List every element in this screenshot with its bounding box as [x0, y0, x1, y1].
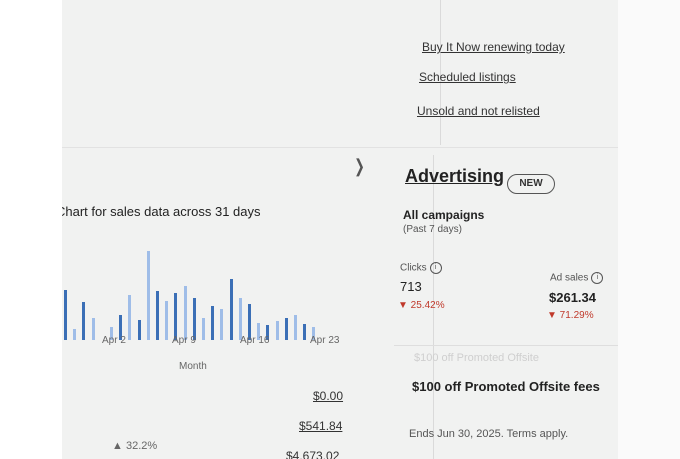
promo-divider [394, 345, 618, 346]
chart-bar [156, 290, 159, 340]
unsold-not-relisted-link[interactable]: Unsold and not relisted [417, 104, 540, 118]
chart-bar [238, 297, 242, 340]
chevron-right-icon[interactable]: ❯ [354, 156, 365, 177]
sales-bar-chart [62, 230, 362, 340]
chart-bar [192, 297, 196, 340]
x-axis-label: Month [179, 361, 207, 372]
background-surface [618, 0, 680, 459]
chart-bar [128, 295, 132, 340]
promo-ghost-text: $100 off Promoted Offsite [414, 352, 539, 364]
chart-bar [294, 315, 297, 340]
x-tick-label: Apr 2 [102, 335, 126, 346]
chart-bar [284, 317, 288, 340]
chart-bar [146, 250, 150, 340]
chart-bar [174, 293, 178, 340]
chart-bar [275, 321, 279, 340]
sales-amount-link[interactable]: $541.84 [299, 419, 342, 433]
ad-sales-value: $261.34 [549, 290, 596, 305]
chart-bar [165, 300, 169, 340]
chart-bar [220, 308, 224, 340]
chart-bar [202, 317, 205, 340]
info-icon[interactable]: i [591, 272, 604, 284]
x-tick-label: Apr 16 [240, 335, 270, 346]
chart-bar [73, 328, 77, 340]
new-badge: NEW [507, 174, 555, 194]
ad-sales-label: Ad sales i [550, 272, 604, 284]
x-tick-label: Apr 9 [172, 335, 196, 346]
up-triangle-icon: ▲ [112, 440, 126, 452]
scheduled-listings-link[interactable]: Scheduled listings [419, 70, 516, 84]
promo-ends-text: Ends Jun 30, 2025. Terms apply. [409, 428, 569, 440]
all-campaigns-label: All campaigns [403, 208, 485, 222]
sales-change: ▲ 32.2% [112, 440, 158, 452]
chart-bar [91, 317, 95, 340]
chart-bar [211, 306, 215, 340]
promo-title: $100 off Promoted Offsite fees [412, 379, 600, 394]
dashboard-page: Buy It Now renewing today Scheduled list… [62, 0, 618, 459]
chart-bar [183, 286, 187, 340]
clicks-label: Clicks i [400, 262, 442, 274]
info-icon[interactable]: i [429, 262, 442, 274]
chart-title: Chart for sales data across 31 days [62, 204, 261, 219]
clicks-value: 713 [400, 279, 422, 294]
chart-bar [303, 324, 307, 340]
sales-amount-link[interactable]: $0.00 [313, 389, 343, 403]
ad-sales-change: ▼ 71.29% [547, 310, 594, 321]
chart-bar [64, 289, 67, 340]
buy-it-now-renewing-link[interactable]: Buy It Now renewing today [422, 40, 565, 54]
sales-amount-link[interactable]: $4,673.02 [286, 449, 339, 459]
advertising-title-link[interactable]: Advertising [405, 166, 504, 187]
chart-bar [229, 278, 233, 340]
x-tick-label: Apr 23 [310, 335, 340, 346]
chart-bar [82, 302, 86, 340]
period-label: (Past 7 days) [403, 224, 462, 235]
clicks-change: ▼ 25.42% [398, 300, 445, 311]
chart-bar [137, 319, 141, 340]
section-divider [62, 147, 618, 148]
